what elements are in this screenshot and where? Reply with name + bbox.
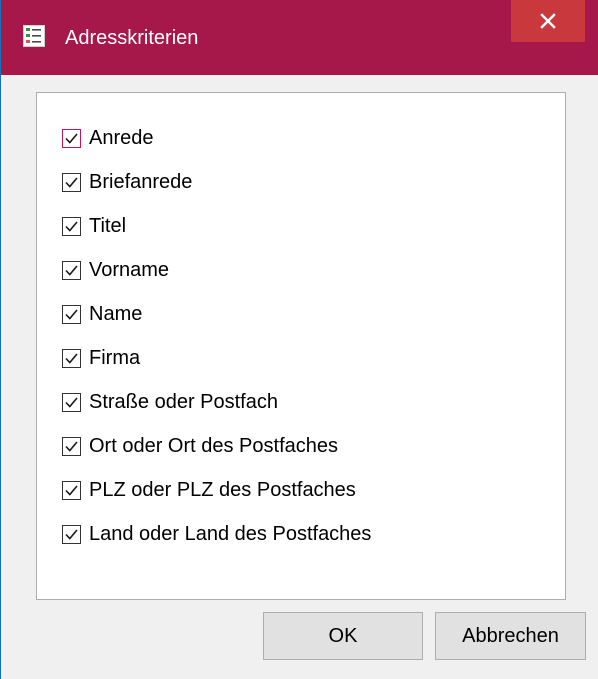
criteria-item[interactable]: Firma (62, 336, 371, 380)
checkmark-icon (65, 132, 78, 144)
checkbox[interactable] (62, 216, 81, 236)
criteria-item[interactable]: PLZ oder PLZ des Postfaches (62, 468, 371, 512)
cancel-button[interactable]: Abbrechen (435, 612, 586, 660)
criteria-item[interactable]: Briefanrede (62, 160, 371, 204)
checkmark-icon (65, 396, 78, 408)
criteria-item[interactable]: Anrede (62, 116, 371, 160)
checkbox[interactable] (62, 480, 81, 500)
criteria-label: Anrede (89, 126, 154, 149)
checkbox[interactable] (62, 524, 81, 544)
checkmark-icon (65, 176, 78, 188)
checkbox[interactable] (62, 348, 81, 368)
title-bar: Adresskriterien (1, 0, 598, 75)
checkbox[interactable] (62, 392, 81, 412)
checkmark-icon (65, 264, 78, 276)
criteria-label: Straße oder Postfach (89, 390, 278, 413)
criteria-item[interactable]: Straße oder Postfach (62, 380, 371, 424)
criteria-list: Anrede Briefanrede Titel Vorname Name Firma St… (62, 116, 371, 556)
criteria-label: Titel (89, 214, 127, 237)
checkmark-icon (65, 220, 78, 232)
criteria-item[interactable]: Land oder Land des Postfaches (62, 512, 371, 556)
criteria-label: Name (89, 302, 143, 325)
criteria-item[interactable]: Ort oder Ort des Postfaches (62, 424, 371, 468)
checkmark-icon (65, 484, 78, 496)
checkmark-icon (65, 440, 78, 452)
criteria-label: Land oder Land des Postfaches (89, 522, 372, 545)
checkmark-icon (65, 308, 78, 320)
close-icon (540, 13, 556, 29)
criteria-label: Vorname (89, 258, 170, 281)
window-title: Adresskriterien (65, 27, 199, 49)
dialog-window: Adresskriterien Anrede Briefanrede Titel Vo… (0, 0, 598, 679)
criteria-item[interactable]: Titel (62, 204, 371, 248)
checklist-app-icon (23, 25, 45, 47)
checkbox[interactable] (62, 304, 81, 324)
ok-button[interactable]: OK (263, 612, 423, 660)
criteria-item[interactable]: Vorname (62, 248, 371, 292)
checkbox[interactable] (62, 172, 81, 192)
checkmark-icon (65, 528, 78, 540)
criteria-label: Firma (89, 346, 141, 369)
criteria-item[interactable]: Name (62, 292, 371, 336)
checkbox[interactable] (62, 260, 81, 280)
criteria-label: PLZ oder PLZ des Postfaches (89, 478, 356, 501)
criteria-label: Briefanrede (89, 170, 193, 193)
checkmark-icon (65, 352, 78, 364)
checkbox[interactable] (62, 436, 81, 456)
checkbox[interactable] (62, 128, 81, 148)
criteria-panel: Anrede Briefanrede Titel Vorname Name Firma St… (36, 92, 566, 600)
close-button[interactable] (511, 0, 585, 42)
criteria-label: Ort oder Ort des Postfaches (89, 434, 338, 457)
